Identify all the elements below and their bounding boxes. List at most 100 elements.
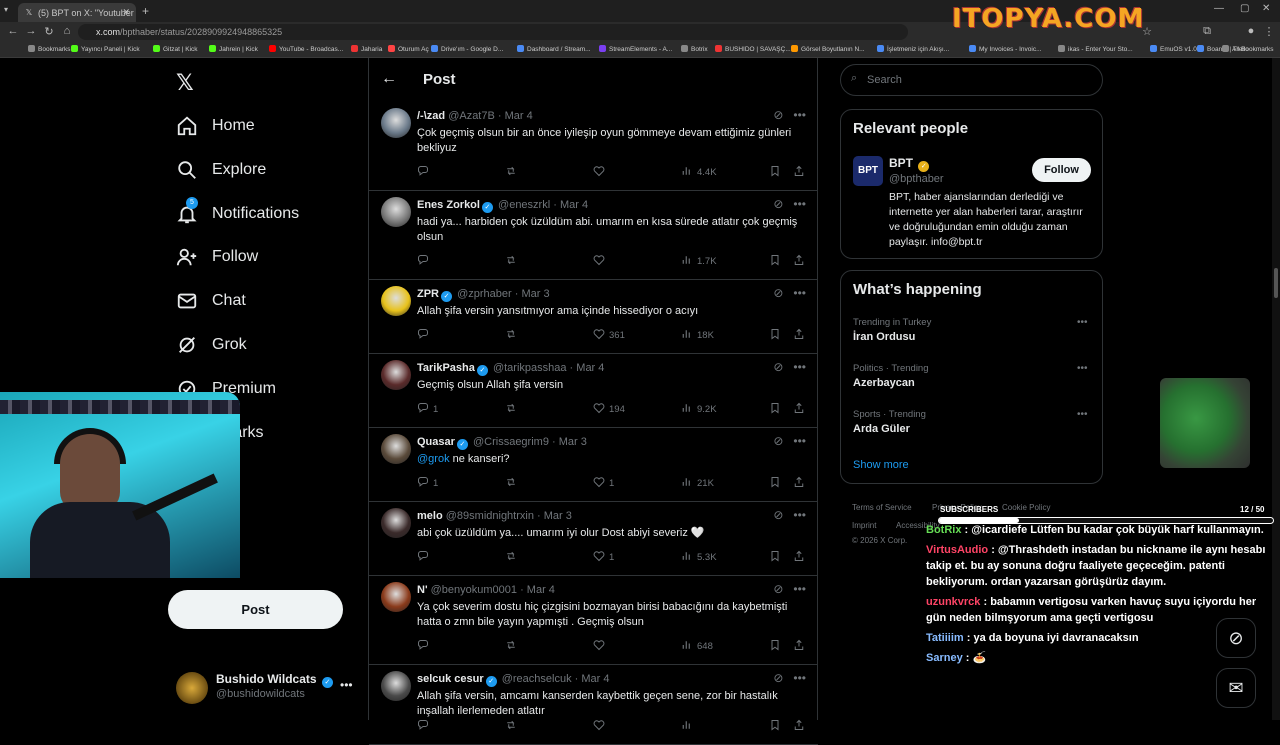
bookmark-item[interactable]: Botrix bbox=[681, 45, 708, 53]
reply-author-name[interactable]: melo bbox=[417, 510, 443, 522]
bookmark-item[interactable]: Drive'ım - Google D... bbox=[431, 45, 503, 53]
nav-item-explore[interactable]: Explore bbox=[176, 155, 266, 185]
account-more-icon[interactable]: ••• bbox=[340, 678, 353, 692]
bookmark-item[interactable]: My Invoices - Invoic... bbox=[969, 45, 1042, 53]
reply-item[interactable]: TarikPasha ✓ @tarikpasshaa · Mar 4 ⊘ ••• Geç… bbox=[369, 354, 818, 428]
more-options-icon[interactable]: ••• bbox=[793, 286, 806, 300]
bookmark-item[interactable]: StreamElements - A... bbox=[599, 45, 672, 53]
maximize-icon[interactable]: ▢ bbox=[1240, 3, 1249, 14]
bookmark-item[interactable]: Bookmarks bbox=[28, 45, 71, 53]
bookmark-button[interactable] bbox=[769, 719, 785, 732]
like-button[interactable] bbox=[593, 639, 609, 652]
reply-item[interactable]: ZPR ✓ @zprhaber · Mar 3 ⊘ ••• Allah şifa ver… bbox=[369, 280, 818, 354]
reply-button[interactable] bbox=[417, 550, 433, 563]
more-options-icon[interactable]: ••• bbox=[793, 582, 806, 596]
grok-explain-icon[interactable]: ⊘ bbox=[773, 108, 783, 122]
reply-button[interactable] bbox=[417, 639, 433, 652]
more-options-icon[interactable]: ••• bbox=[793, 360, 806, 374]
bookmark-button[interactable] bbox=[769, 402, 785, 415]
reply-author-name[interactable]: N' bbox=[417, 584, 428, 596]
reply-item[interactable]: Quasar ✓ @Crissaegrim9 · Mar 3 ⊘ ••• @grok n… bbox=[369, 428, 818, 502]
bookmark-item[interactable]: Dashboard / Stream... bbox=[517, 45, 591, 53]
more-options-icon[interactable]: ••• bbox=[793, 508, 806, 522]
trend-more-icon[interactable]: ••• bbox=[1077, 363, 1088, 374]
bookmark-item[interactable]: Oturum Aç bbox=[388, 45, 429, 53]
repost-button[interactable] bbox=[505, 550, 521, 563]
bookmark-item[interactable]: All Bookmarks bbox=[1222, 45, 1274, 53]
bookmark-item[interactable]: Jahrein | Kick bbox=[209, 45, 258, 53]
views-button[interactable]: 9.2K bbox=[681, 402, 717, 415]
nav-item-grok[interactable]: Grok bbox=[176, 330, 247, 360]
bookmark-button[interactable] bbox=[769, 550, 785, 563]
bookmark-button[interactable] bbox=[769, 328, 785, 341]
reply-author-name[interactable]: selcuk cesur bbox=[417, 673, 484, 685]
like-button[interactable] bbox=[593, 719, 609, 732]
share-button[interactable] bbox=[793, 328, 809, 341]
reply-mention[interactable]: @grok bbox=[417, 453, 450, 465]
views-button[interactable]: 5.3K bbox=[681, 550, 717, 563]
reply-button[interactable] bbox=[417, 165, 433, 178]
reply-author-handle[interactable]: @tarikpasshaa bbox=[493, 362, 567, 374]
bookmark-item[interactable]: EmuOS v1.0 bbox=[1150, 45, 1197, 53]
reply-author-handle[interactable]: @benyokum0001 bbox=[431, 584, 517, 596]
more-options-icon[interactable]: ••• bbox=[793, 197, 806, 211]
more-options-icon[interactable]: ••• bbox=[793, 671, 806, 685]
trend-item[interactable]: Sports · Trending Arda Güler ••• bbox=[853, 409, 1091, 435]
repost-button[interactable] bbox=[505, 476, 521, 489]
account-switcher[interactable]: Bushido Wildcats ✓ @bushidowildcats ••• bbox=[176, 668, 356, 708]
repost-button[interactable] bbox=[505, 165, 521, 178]
bookmark-item[interactable]: ikas - Enter Your Sto... bbox=[1058, 45, 1133, 53]
reply-date[interactable]: Mar 4 bbox=[560, 199, 588, 211]
reply-avatar[interactable] bbox=[381, 286, 411, 316]
bookmark-button[interactable] bbox=[769, 476, 785, 489]
reply-item[interactable]: melo @89smidnightrxin · Mar 3 ⊘ ••• abi çok… bbox=[369, 502, 818, 576]
bookmark-item[interactable]: BUSHIDO | SAVAŞÇ... bbox=[715, 45, 791, 53]
like-button[interactable]: 1 bbox=[593, 550, 614, 563]
views-button[interactable]: 21K bbox=[681, 476, 714, 489]
profile-avatar-icon[interactable]: ● bbox=[1244, 25, 1258, 37]
nav-item-follow[interactable]: Follow bbox=[176, 242, 258, 272]
share-button[interactable] bbox=[793, 254, 809, 267]
post-button[interactable]: Post bbox=[168, 590, 343, 629]
url-field[interactable]: x.com/bpthaber/status/202890992494886532… bbox=[78, 24, 908, 40]
reply-date[interactable]: Mar 4 bbox=[505, 110, 533, 122]
bookmark-item[interactable]: Jaharia bbox=[351, 45, 382, 53]
trend-item[interactable]: Trending in Turkey İran Ordusu ••• bbox=[853, 317, 1091, 343]
share-button[interactable] bbox=[793, 639, 809, 652]
reload-icon[interactable]: ↻ bbox=[42, 25, 56, 38]
views-button[interactable]: 18K bbox=[681, 328, 714, 341]
grok-explain-icon[interactable]: ⊘ bbox=[773, 508, 783, 522]
reply-item[interactable]: N' @benyokum0001 · Mar 4 ⊘ ••• Ya çok sever… bbox=[369, 576, 818, 665]
trend-more-icon[interactable]: ••• bbox=[1077, 409, 1088, 420]
reply-button[interactable] bbox=[417, 328, 433, 341]
reply-author-name[interactable]: Quasar bbox=[417, 436, 455, 448]
bookmark-item[interactable]: YouTube - Broadcas... bbox=[269, 45, 343, 53]
share-button[interactable] bbox=[793, 402, 809, 415]
search-input[interactable]: ⌕ Search bbox=[840, 64, 1103, 96]
reply-author-name[interactable]: /-\zad bbox=[417, 110, 445, 122]
back-icon[interactable]: ← bbox=[6, 25, 20, 37]
share-button[interactable] bbox=[793, 165, 809, 178]
grok-explain-icon[interactable]: ⊘ bbox=[773, 671, 783, 685]
new-tab-icon[interactable]: + bbox=[142, 4, 149, 18]
reply-button[interactable]: 1 bbox=[417, 402, 438, 415]
like-button[interactable] bbox=[593, 165, 609, 178]
bookmark-item[interactable]: Gitzat | Kick bbox=[153, 45, 198, 53]
reply-button[interactable] bbox=[417, 719, 433, 732]
bookmark-button[interactable] bbox=[769, 254, 785, 267]
repost-button[interactable] bbox=[505, 254, 521, 267]
repost-button[interactable] bbox=[505, 402, 521, 415]
reply-date[interactable]: Mar 4 bbox=[581, 673, 609, 685]
like-button[interactable] bbox=[593, 254, 609, 267]
like-button[interactable]: 1 bbox=[593, 476, 614, 489]
reply-author-handle[interactable]: @eneszrkl bbox=[498, 199, 550, 211]
reply-avatar[interactable] bbox=[381, 108, 411, 138]
reply-avatar[interactable] bbox=[381, 582, 411, 612]
reply-date[interactable]: Mar 3 bbox=[559, 436, 587, 448]
grok-explain-icon[interactable]: ⊘ bbox=[773, 197, 783, 211]
reply-author-handle[interactable]: @89smidnightrxin bbox=[446, 510, 534, 522]
like-button[interactable]: 194 bbox=[593, 402, 625, 415]
share-button[interactable] bbox=[793, 476, 809, 489]
views-button[interactable]: 1.7K bbox=[681, 254, 717, 267]
reply-item[interactable]: selcuk cesur ✓ @reachselcuk · Mar 4 ⊘ ••• Al… bbox=[369, 665, 818, 745]
